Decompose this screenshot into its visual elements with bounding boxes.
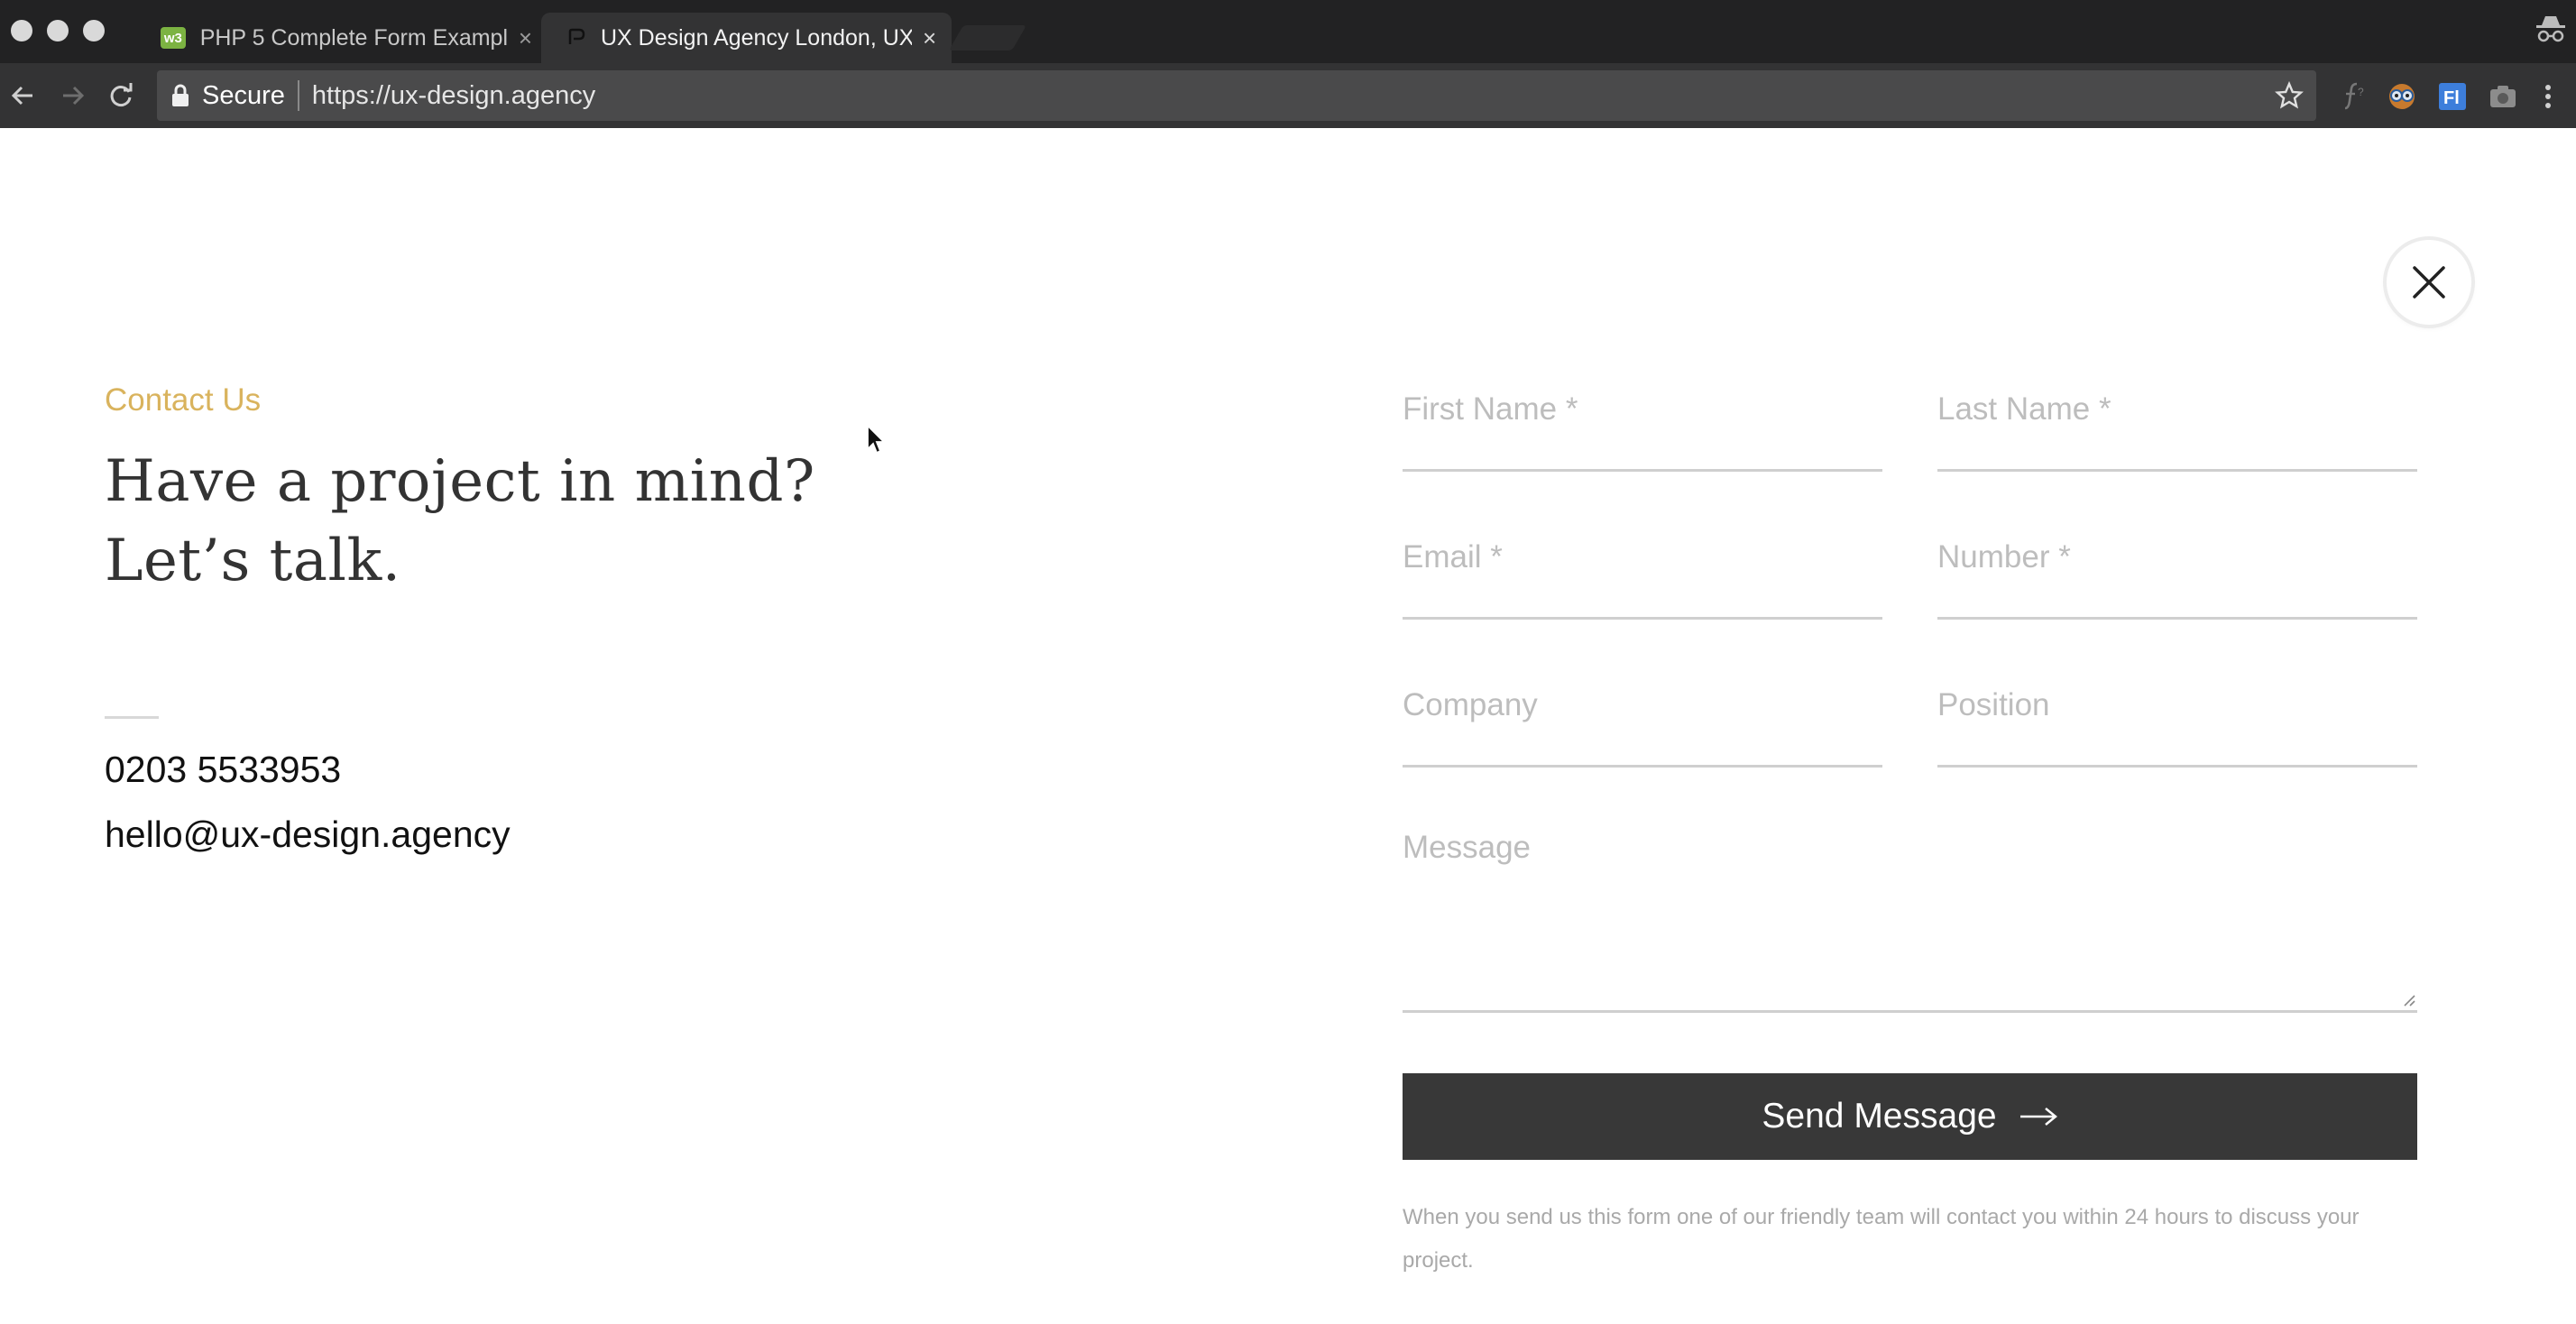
- company-input[interactable]: [1403, 678, 1882, 732]
- mouse-cursor-icon: [867, 424, 887, 455]
- tab-php-form[interactable]: w3 PHP 5 Complete Form Example ×: [135, 13, 532, 63]
- w3-favicon-icon: w3: [161, 27, 186, 49]
- menu-kebab-icon[interactable]: [2538, 81, 2558, 112]
- page-headline: Have a project in mind? Let’s talk.: [105, 442, 815, 601]
- tab-title: UX Design Agency London, UX: [601, 24, 912, 51]
- browser-toolbar: Secure https://ux-design.agency ? Fl: [0, 63, 2576, 128]
- last-name-input[interactable]: [1937, 382, 2417, 437]
- window-maximize-dot[interactable]: [83, 20, 105, 41]
- url-text[interactable]: https://ux-design.agency: [312, 81, 595, 111]
- position-input[interactable]: [1937, 678, 2417, 732]
- svg-text:?: ?: [2358, 86, 2364, 98]
- fi-extension-icon[interactable]: Fl: [2437, 81, 2468, 112]
- close-modal-button[interactable]: [2387, 240, 2471, 325]
- address-bar[interactable]: Secure https://ux-design.agency: [157, 70, 2316, 121]
- forward-arrow-icon[interactable]: [56, 79, 88, 112]
- contact-us-eyebrow: Contact Us: [105, 382, 262, 418]
- incognito-icon[interactable]: [2533, 13, 2569, 45]
- headline-line-1: Have a project in mind?: [105, 448, 815, 515]
- star-icon[interactable]: [2275, 81, 2304, 110]
- first-name-input[interactable]: [1403, 382, 1882, 437]
- email-field-wrapper: [1403, 530, 1882, 620]
- arrow-right-icon: [2019, 1108, 2057, 1126]
- font-extension-icon[interactable]: ?: [2338, 81, 2369, 112]
- lock-icon: [172, 84, 189, 106]
- close-icon: [2413, 266, 2445, 299]
- reload-icon[interactable]: [105, 79, 137, 112]
- secure-label: Secure: [202, 80, 285, 110]
- message-field-wrapper: [1403, 830, 2417, 1013]
- divider-line: [105, 716, 159, 719]
- email-input[interactable]: [1403, 530, 1882, 584]
- headline-line-2: Let’s talk.: [105, 528, 401, 594]
- window-minimize-dot[interactable]: [47, 20, 69, 41]
- back-arrow-icon[interactable]: [7, 79, 40, 112]
- send-message-label: Send Message: [1762, 1097, 1997, 1136]
- position-field-wrapper: [1937, 678, 2417, 768]
- message-textarea[interactable]: [1403, 830, 2417, 1007]
- window-close-dot[interactable]: [11, 20, 32, 41]
- eyes-extension-icon[interactable]: [2387, 81, 2417, 112]
- tab-title: PHP 5 Complete Form Example: [199, 24, 508, 51]
- tab-close-icon[interactable]: ×: [923, 24, 936, 52]
- svg-text:Fl: Fl: [2443, 88, 2460, 108]
- form-disclaimer: When you send us this form one of our fr…: [1403, 1205, 2360, 1273]
- email-address[interactable]: hello@ux-design.agency: [105, 814, 511, 856]
- tab-close-icon[interactable]: ×: [519, 24, 532, 52]
- agency-favicon-icon: [566, 27, 586, 49]
- new-tab-button[interactable]: [948, 25, 1027, 51]
- camera-extension-icon[interactable]: [2488, 81, 2518, 112]
- number-input[interactable]: [1937, 530, 2417, 584]
- last-name-field-wrapper: [1937, 382, 2417, 472]
- tab-ux-agency[interactable]: UX Design Agency London, UX ×: [541, 13, 952, 63]
- address-separator: [297, 80, 299, 111]
- send-message-button[interactable]: Send Message: [1403, 1073, 2417, 1160]
- number-field-wrapper: [1937, 530, 2417, 620]
- resize-grip-icon[interactable]: [2401, 992, 2415, 1007]
- phone-number[interactable]: 0203 5533953: [105, 749, 341, 791]
- browser-tab-bar: w3 PHP 5 Complete Form Example × UX Desi…: [0, 0, 2576, 63]
- company-field-wrapper: [1403, 678, 1882, 768]
- first-name-field-wrapper: [1403, 382, 1882, 472]
